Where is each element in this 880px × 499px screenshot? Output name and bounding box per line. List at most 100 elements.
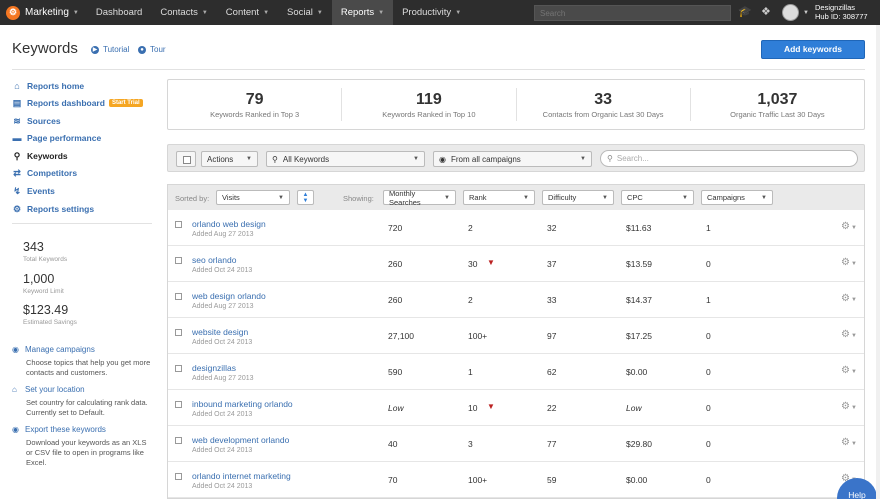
sidebar-divider: [12, 223, 152, 224]
column-select-cpc[interactable]: CPC ▼: [621, 190, 694, 205]
stat-value: 33: [594, 90, 613, 108]
select-all-checkbox[interactable]: [176, 151, 196, 167]
keyword-link[interactable]: orlando internet marketing: [192, 471, 291, 481]
sort-by-select[interactable]: Visits ▼: [216, 190, 290, 205]
column-label: Monthly Searches: [389, 188, 421, 207]
keyword-link[interactable]: website design: [192, 327, 248, 337]
added-date: Added Aug 27 2013: [192, 303, 254, 310]
column-select-difficulty[interactable]: Difficulty ▼: [542, 190, 614, 205]
global-search-input[interactable]: [534, 5, 731, 21]
nav-productivity[interactable]: Productivity ▼: [393, 0, 470, 25]
sidebar-item-sources[interactable]: ≋ Sources: [12, 114, 60, 128]
chevron-down-icon: ▼: [580, 156, 586, 162]
add-keywords-button[interactable]: Add keywords: [761, 40, 865, 59]
difficulty-cell: 62: [547, 367, 557, 377]
row-gear-icon[interactable]: ⚙▼: [841, 221, 857, 232]
sidebar-item-events[interactable]: ↯ Events: [12, 184, 55, 198]
header-divider: [12, 69, 865, 70]
row-gear-icon[interactable]: ⚙▼: [841, 401, 857, 412]
row-checkbox[interactable]: [175, 473, 182, 480]
rank-down-icon: ▼: [487, 258, 495, 267]
difficulty-cell: 33: [547, 295, 557, 305]
sidebar-item-page-performance[interactable]: ▬ Page performance: [12, 131, 102, 145]
export-keywords-link[interactable]: ◉ Export these keywords: [12, 425, 106, 434]
added-date: Added Oct 24 2013: [192, 483, 253, 490]
estimated-savings-value: $123.49: [23, 303, 69, 317]
nav-dashboard[interactable]: Dashboard: [87, 0, 151, 25]
column-select-rank[interactable]: Rank ▼: [463, 190, 535, 205]
nav-label: Content: [225, 7, 260, 18]
globe-icon: ◉: [12, 425, 19, 434]
nav-reports[interactable]: Reports ▼: [331, 0, 394, 25]
sort-direction-button[interactable]: ▲ ▼: [297, 190, 314, 205]
keyword-link[interactable]: web development orlando: [192, 435, 289, 445]
sidebar-item-reports-settings[interactable]: ⚙ Reports settings: [12, 202, 94, 216]
actions-dropdown[interactable]: Actions ▼: [201, 151, 258, 167]
keyword-link[interactable]: designzillas: [192, 363, 236, 373]
added-date: Added Oct 24 2013: [192, 339, 253, 346]
row-gear-icon[interactable]: ⚙▼: [841, 437, 857, 448]
row-gear-icon[interactable]: ⚙▼: [841, 365, 857, 376]
tour-link[interactable]: ● Tour: [138, 45, 166, 54]
row-checkbox[interactable]: [175, 401, 182, 408]
stat-top3: 79 Keywords Ranked in Top 3: [168, 88, 343, 121]
page-scrollbar[interactable]: [876, 25, 880, 499]
keyword-link[interactable]: seo orlando: [192, 255, 236, 265]
row-checkbox[interactable]: [175, 437, 182, 444]
monthly-searches-cell: 70: [388, 475, 398, 485]
column-select-monthly-searches[interactable]: Monthly Searches ▼: [383, 188, 456, 207]
row-gear-icon[interactable]: ⚙▼: [841, 329, 857, 340]
sidebar-item-reports-home[interactable]: ⌂ Reports home: [12, 79, 84, 93]
keyword-link[interactable]: web design orlando: [192, 291, 266, 301]
row-gear-icon[interactable]: ⚙▼: [841, 257, 857, 268]
difficulty-cell: 22: [547, 403, 557, 413]
chevron-down-icon[interactable]: ▼: [803, 10, 809, 16]
nav-contacts[interactable]: Contacts ▼: [151, 0, 216, 25]
campaign-filter-dropdown[interactable]: ◉ From all campaigns ▼: [433, 151, 592, 167]
rank-cell: 30: [468, 259, 478, 269]
added-date: Added Oct 24 2013: [192, 447, 253, 454]
cpc-cell: $13.59: [626, 259, 652, 269]
keyword-search-input[interactable]: ⚲ Search...: [600, 150, 858, 167]
nav-content[interactable]: Content ▼: [217, 0, 278, 25]
sidebar-item-reports-dashboard[interactable]: ▤ Reports dashboard Start Trial: [12, 96, 143, 110]
sorted-by-label: Sorted by:: [175, 194, 210, 203]
brand-label: Marketing: [25, 7, 69, 18]
row-gear-icon[interactable]: ⚙▼: [841, 293, 857, 304]
keyword-link[interactable]: orlando web design: [192, 219, 266, 229]
row-checkbox[interactable]: [175, 221, 182, 228]
column-select-campaigns[interactable]: Campaigns ▼: [701, 190, 773, 205]
set-location-link[interactable]: ⌂ Set your location: [12, 385, 85, 394]
stat-top10: 119 Keywords Ranked in Top 10: [342, 88, 517, 121]
row-checkbox[interactable]: [175, 293, 182, 300]
keyword-filter-dropdown[interactable]: ⚲ All Keywords ▼: [266, 151, 425, 167]
monthly-searches-cell: 260: [388, 259, 403, 269]
nav-social[interactable]: Social ▼: [278, 0, 332, 25]
start-trial-badge[interactable]: Start Trial: [108, 99, 143, 107]
chevron-down-icon: ▼: [201, 9, 208, 16]
notifications-icon[interactable]: ❖: [761, 5, 771, 18]
key-icon: ⚲: [13, 150, 21, 161]
chevron-down-icon: ▼: [378, 9, 385, 16]
keyword-toolbar: Actions ▼ ⚲ All Keywords ▼ ◉ From all ca…: [167, 144, 865, 172]
table-row: orlando web design Added Aug 27 2013 720 2 3…: [168, 210, 864, 246]
cpc-cell: $0.00: [626, 367, 648, 377]
nav-label: Dashboard: [95, 7, 143, 18]
sort-by-value: Visits: [222, 193, 240, 202]
row-checkbox[interactable]: [175, 257, 182, 264]
brand-menu[interactable]: ⚙ Marketing ▼: [0, 0, 87, 25]
sidebar-item-keywords[interactable]: ⚲ Keywords: [12, 149, 68, 163]
manage-campaigns-link[interactable]: ◉ Manage campaigns: [12, 345, 95, 354]
monthly-searches-cell: 40: [388, 439, 398, 449]
keyword-link[interactable]: inbound marketing orlando: [192, 399, 293, 409]
keyword-limit-label: Keyword Limit: [23, 288, 64, 295]
sidebar-item-competitors[interactable]: ⇄ Competitors: [12, 166, 77, 180]
academy-icon[interactable]: 🎓: [738, 5, 752, 18]
row-checkbox[interactable]: [175, 365, 182, 372]
cpc-cell: $0.00: [626, 475, 648, 485]
avatar[interactable]: [782, 4, 799, 21]
account-info[interactable]: Designzillas Hub ID: 308777: [815, 3, 868, 21]
row-checkbox[interactable]: [175, 329, 182, 336]
added-date: Added Aug 27 2013: [192, 375, 254, 382]
tutorial-link[interactable]: ▶ Tutorial: [91, 45, 129, 54]
